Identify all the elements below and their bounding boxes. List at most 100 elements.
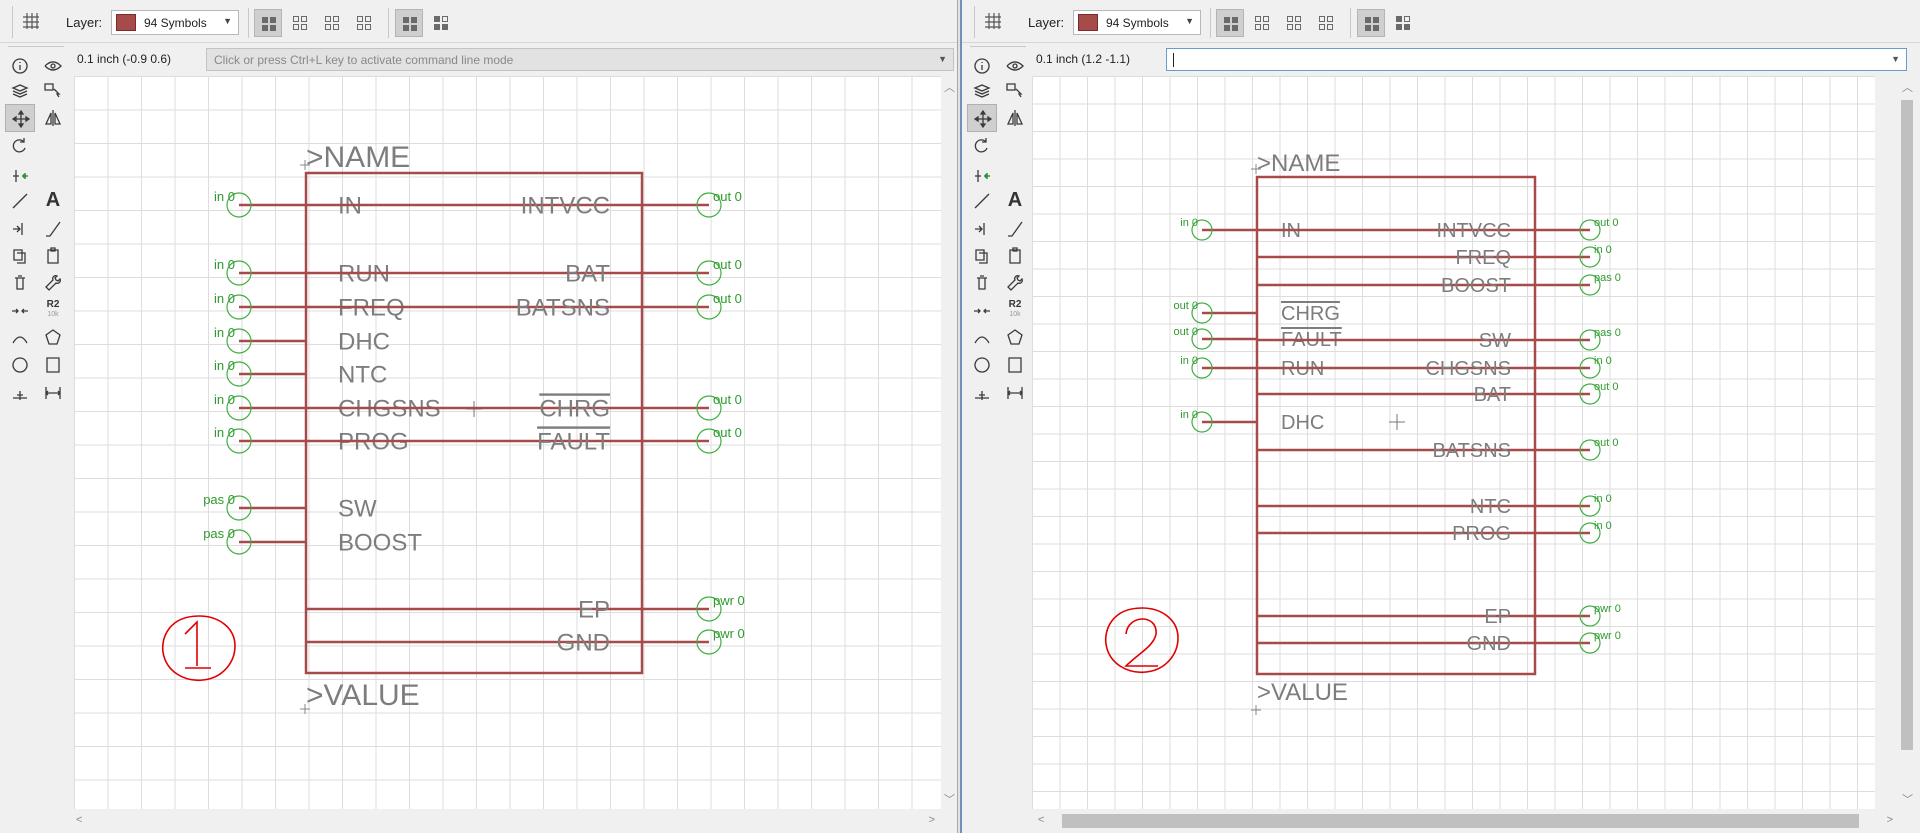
layer-select[interactable]: 94 Symbols ▼ [1073,10,1201,35]
pin-direction: in 0 [1594,493,1612,505]
rotate-tool-button[interactable] [5,132,35,160]
polygon-tool-button[interactable] [1000,324,1030,352]
pin-label: BAT [1474,384,1511,406]
rect-tool-button[interactable] [1000,351,1030,379]
horizontal-scroll-thumb[interactable] [1062,814,1859,828]
layout-2-button[interactable] [1248,9,1276,37]
text-tool-button[interactable]: A [38,187,68,215]
origin-tool-button[interactable] [967,379,997,407]
chevron-down-icon[interactable]: ▼ [938,54,947,64]
origin-tool-button[interactable] [5,379,35,407]
rotate-icon [974,138,988,153]
layout-2-button[interactable] [286,9,314,37]
circle-tool-button[interactable] [967,351,997,379]
chevron-down-icon: ▼ [1185,16,1194,26]
arc-tool-button[interactable] [967,324,997,352]
dimension-tool-button[interactable] [1000,379,1030,407]
move-tool-button[interactable] [5,104,35,132]
grid-button[interactable] [974,6,1010,38]
pin-label: GND [1467,633,1511,655]
view-2-button[interactable] [1389,9,1417,37]
scroll-up-icon[interactable]: ︿ [1902,79,1913,95]
select-tool-button[interactable] [1000,77,1030,105]
pin-tool-button[interactable] [5,215,35,243]
view-2-button[interactable] [427,9,455,37]
copy-tool-button[interactable] [967,242,997,270]
scroll-left-icon[interactable]: < [76,814,82,826]
layout-1-button[interactable] [1216,9,1244,37]
layers-tool-button[interactable] [967,77,997,105]
scroll-down-icon[interactable]: ﹀ [944,791,955,807]
mirror-tool-button[interactable] [38,104,68,132]
value-icon: R2 [46,299,60,310]
eye-tool-button[interactable] [1000,52,1030,80]
copy-tool-button[interactable] [5,242,35,270]
annotation-digit [184,620,211,669]
vertical-scrollbar[interactable]: ︿ ﹀ [941,76,958,809]
pin-tool-button[interactable] [967,215,997,243]
name-label: >NAME [1257,150,1340,177]
pin-label: CHGSNS [1425,358,1511,380]
scroll-up-icon[interactable]: ︿ [944,79,955,95]
wrench-tool-button[interactable] [1000,269,1030,297]
mirror-tool-button[interactable] [1000,104,1030,132]
rotate-tool-button[interactable] [967,132,997,160]
command-line[interactable]: Click or press Ctrl+L key to activate co… [206,48,954,71]
value-tool-button[interactable]: R2 10k [38,297,68,325]
info-tool-button[interactable] [967,52,997,80]
wire-tool-button[interactable] [1000,215,1030,243]
layout-3-button[interactable] [1280,9,1308,37]
eye-tool-button[interactable] [38,52,68,80]
horizontal-scrollbar[interactable]: < > [74,809,941,833]
layout-icon [1287,16,1301,30]
layer-select[interactable]: 94 Symbols ▼ [111,10,239,35]
grid-button[interactable] [12,6,48,38]
select-tool-button[interactable] [38,77,68,105]
polygon-tool-button[interactable] [38,324,68,352]
move-tool-button[interactable] [967,104,997,132]
split-tool-button[interactable] [5,297,35,325]
view-1-button[interactable] [395,9,423,37]
vertical-scrollbar[interactable]: ︿ ﹀ [1899,76,1916,809]
value-tool-button[interactable]: R2 10k [1000,297,1030,325]
line-tool-button[interactable] [967,187,997,215]
wrench-tool-button[interactable] [38,269,68,297]
pin-direction: out 0 [1174,326,1198,338]
scroll-right-icon[interactable]: > [1887,814,1893,826]
pin-label: EP [1484,606,1511,628]
vertical-scroll-thumb[interactable] [1901,100,1913,750]
info-tool-button[interactable] [5,52,35,80]
dimension-tool-button[interactable] [38,379,68,407]
pin-direction: in 0 [1594,244,1612,256]
horizontal-scrollbar[interactable]: < > [1032,809,1899,833]
split-tool-button[interactable] [967,297,997,325]
command-line[interactable]: ▼ [1166,48,1907,71]
add-tool-button[interactable] [967,162,997,190]
layout-4-button[interactable] [1312,9,1340,37]
delete-tool-button[interactable] [967,269,997,297]
layout-icon [403,17,417,31]
layers-tool-button[interactable] [5,77,35,105]
scroll-left-icon[interactable]: < [1038,814,1044,826]
scroll-down-icon[interactable]: ﹀ [1902,791,1913,807]
scroll-right-icon[interactable]: > [929,814,935,826]
circle-tool-button[interactable] [5,351,35,379]
layout-4-button[interactable] [350,9,378,37]
layout-1-button[interactable] [254,9,282,37]
add-tool-button[interactable] [5,162,35,190]
drawing-canvas[interactable]: >NAME >VALUE in 0 IN in 0 RUN in 0 FREQ in 0 DHC i… [74,76,941,809]
paste-tool-button[interactable] [1000,242,1030,270]
text-tool-button[interactable]: A [1000,187,1030,215]
line-tool-button[interactable] [5,187,35,215]
layout-3-button[interactable] [318,9,346,37]
rect-tool-button[interactable] [38,351,68,379]
arc-tool-button[interactable] [5,324,35,352]
wire-tool-button[interactable] [38,215,68,243]
delete-tool-button[interactable] [5,269,35,297]
paste-tool-button[interactable] [38,242,68,270]
chevron-down-icon[interactable]: ▼ [1891,54,1900,64]
view-1-button[interactable] [1357,9,1385,37]
drawing-canvas[interactable]: >NAME >VALUE in 0 IN out 0 CHRG out 0 FAULT in 0… [1032,76,1875,809]
pin-label: BAT [565,260,610,287]
pin-direction: in 0 [214,257,235,272]
